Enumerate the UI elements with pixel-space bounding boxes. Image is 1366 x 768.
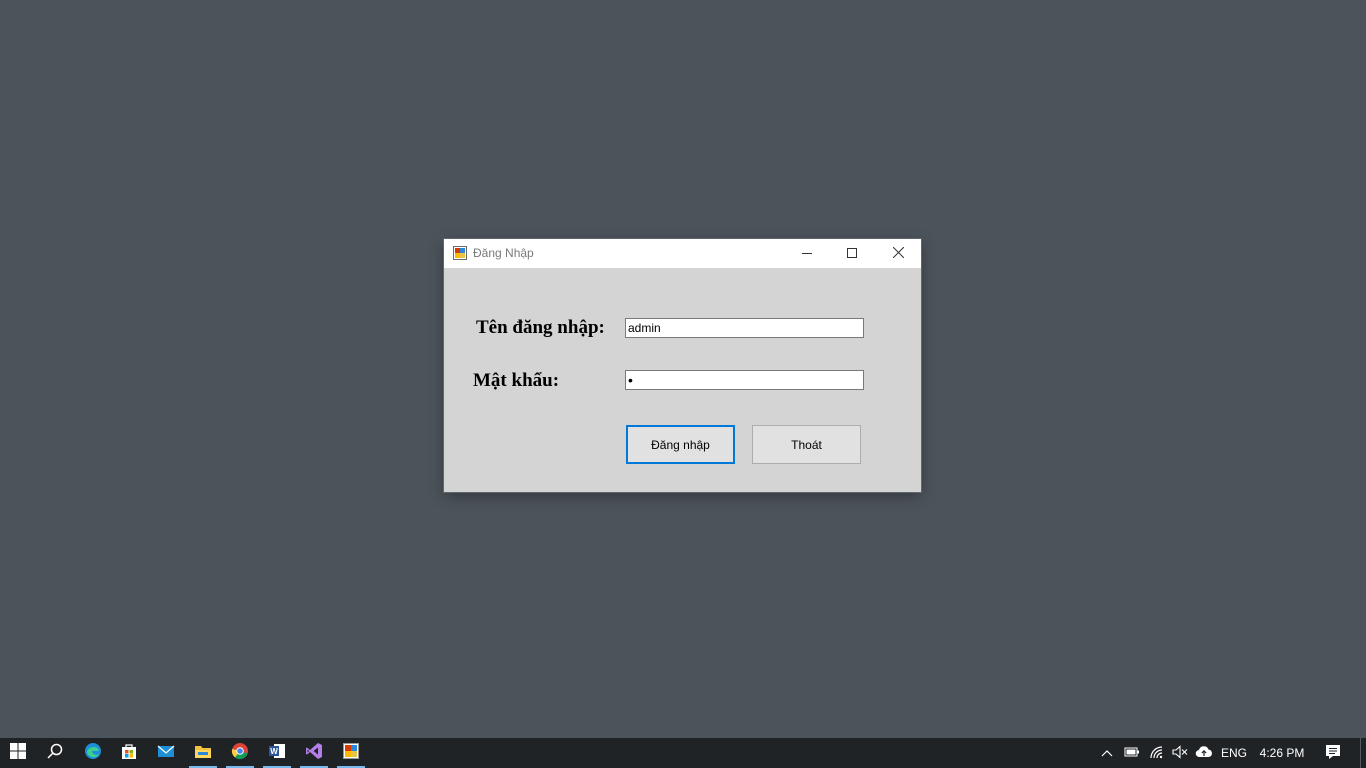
visual-studio-icon: [305, 742, 323, 765]
minimize-icon: [802, 245, 812, 263]
wifi-icon: [1149, 745, 1165, 762]
notification-icon: [1325, 744, 1341, 763]
maximize-button[interactable]: [829, 239, 875, 268]
file-explorer-icon: [194, 743, 212, 764]
username-input[interactable]: admin: [625, 318, 864, 338]
clock[interactable]: 4:26 PM: [1254, 738, 1310, 768]
close-button[interactable]: [875, 239, 921, 268]
language-indicator[interactable]: ENG: [1218, 738, 1250, 768]
chevron-up-icon: [1101, 746, 1113, 760]
search-button[interactable]: [37, 738, 73, 768]
start-icon: [10, 742, 26, 764]
login-button[interactable]: Đăng nhập: [626, 425, 735, 464]
close-icon: [892, 245, 904, 263]
svg-text:W: W: [270, 747, 278, 756]
show-hidden-icons-button[interactable]: [1096, 738, 1118, 768]
edge-icon: [84, 742, 102, 765]
title-bar[interactable]: Đăng Nhập: [444, 239, 921, 268]
taskbar-file-explorer[interactable]: [185, 738, 221, 768]
volume-button[interactable]: [1169, 738, 1191, 768]
network-button[interactable]: [1146, 738, 1168, 768]
cloud-upload-icon: [1195, 745, 1213, 762]
taskbar-visual-studio[interactable]: [296, 738, 332, 768]
mail-icon: [157, 743, 175, 764]
username-label: Tên đăng nhập:: [476, 317, 605, 338]
taskbar-mail[interactable]: [148, 738, 184, 768]
battery-icon: [1124, 746, 1140, 761]
maximize-icon: [847, 245, 857, 263]
taskbar-store[interactable]: [111, 738, 147, 768]
battery-button[interactable]: [1121, 738, 1143, 768]
word-icon: W: [268, 742, 286, 765]
password-label: Mật khẩu:: [473, 370, 560, 391]
exit-button[interactable]: Thoát: [752, 425, 861, 464]
taskbar-chrome[interactable]: [222, 738, 258, 768]
app-form-icon: [343, 742, 359, 764]
taskbar-word[interactable]: W: [259, 738, 295, 768]
onedrive-button[interactable]: [1193, 738, 1215, 768]
taskbar-edge[interactable]: [75, 738, 111, 768]
app-form-icon: [453, 246, 467, 260]
chrome-icon: [231, 742, 249, 765]
action-center-button[interactable]: [1318, 738, 1348, 768]
window-title: Đăng Nhập: [473, 246, 534, 260]
start-button[interactable]: [0, 738, 36, 768]
volume-muted-icon: [1172, 744, 1188, 762]
minimize-button[interactable]: [784, 239, 830, 268]
password-input[interactable]: •: [625, 370, 864, 390]
taskbar-login-app[interactable]: [333, 738, 369, 768]
show-desktop-button[interactable]: [1360, 738, 1366, 768]
store-icon: [120, 742, 138, 765]
login-window: Đăng Nhập Tên đăng nhập: admin Mật khẩu:…: [444, 239, 921, 492]
taskbar: W ENG 4:26 PM: [0, 738, 1366, 768]
search-icon: [47, 743, 63, 764]
